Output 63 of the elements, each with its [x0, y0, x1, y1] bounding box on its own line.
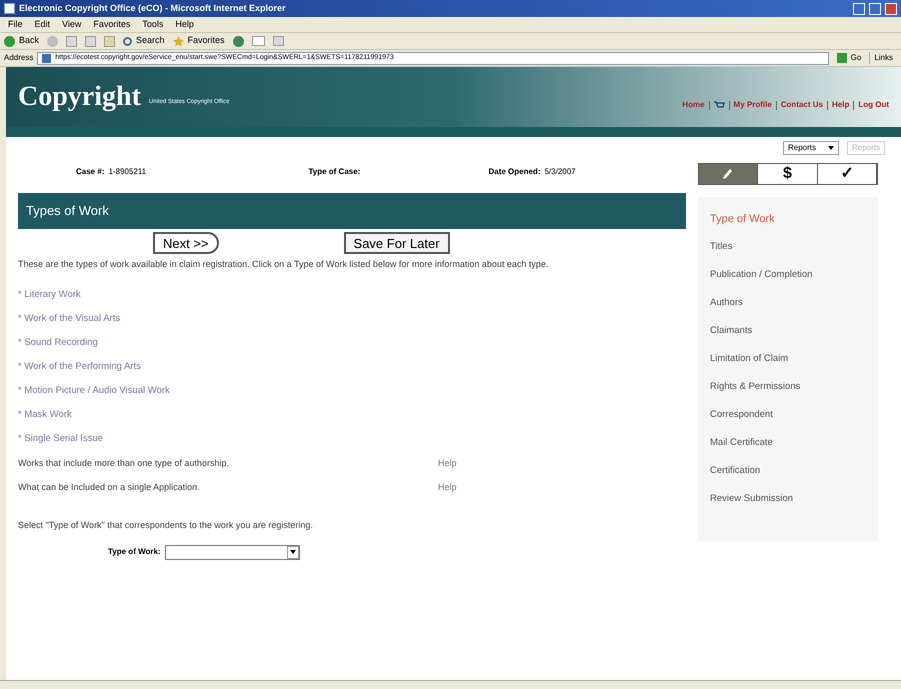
dropdown-button[interactable]: [286, 546, 299, 558]
cart-icon[interactable]: [714, 100, 725, 110]
go-button[interactable]: Go: [832, 52, 866, 64]
date-opened-value: 5/3/2007: [544, 166, 576, 178]
menu-item[interactable]: Edit: [34, 18, 50, 32]
nav-link[interactable]: My Profile: [734, 99, 772, 111]
dropdown-arrow-icon: [828, 146, 834, 150]
window-title: Electronic Copyright Office (eCO) - Microsoft Internet Explorer: [19, 2, 286, 15]
help-link[interactable]: Help: [438, 455, 457, 471]
close-button[interactable]: [885, 2, 897, 14]
step-tab[interactable]: [699, 164, 758, 184]
work-type-link[interactable]: * Mask Work: [18, 407, 686, 423]
menu-item[interactable]: Tools: [142, 18, 164, 32]
step-item[interactable]: Review Submission: [710, 489, 866, 509]
step-tab[interactable]: ✓: [818, 164, 877, 184]
save-for-later-button[interactable]: Save For Later: [344, 232, 450, 254]
section-title: Types of Work: [26, 202, 109, 220]
search-button[interactable]: Search: [123, 34, 165, 48]
star-icon: [172, 36, 184, 46]
step-item[interactable]: Certification: [710, 461, 866, 481]
date-opened-label: Date Opened:: [488, 166, 540, 178]
work-type-link[interactable]: * Motion Picture / Audio Visual Work: [18, 383, 686, 399]
pencil-icon: [723, 168, 734, 180]
nav-link[interactable]: Contact Us: [780, 99, 823, 111]
reports-select[interactable]: Reports: [782, 141, 839, 155]
address-label: Address: [4, 52, 34, 64]
work-type-link[interactable]: * Single Serial Issue: [18, 431, 686, 447]
back-button[interactable]: Back: [4, 34, 40, 48]
step-item[interactable]: Authors: [710, 293, 866, 313]
work-type-link[interactable]: * Work of the Performing Arts: [18, 359, 686, 375]
menu-item[interactable]: File: [8, 18, 23, 32]
work-type-link[interactable]: * Literary Work: [18, 287, 686, 303]
help-link[interactable]: Help: [438, 479, 457, 495]
nav-link[interactable]: Log Out: [858, 99, 889, 111]
step-item[interactable]: Correspondent: [710, 405, 866, 425]
case-label: Case #:: [76, 166, 104, 178]
menu-item[interactable]: View: [62, 18, 82, 32]
step-item[interactable]: Mail Certificate: [710, 433, 866, 453]
step-item[interactable]: Publication / Completion: [710, 265, 866, 285]
step-item[interactable]: Limitation of Claim: [710, 349, 866, 369]
maximize-button[interactable]: [869, 2, 881, 14]
minimize-button[interactable]: [853, 2, 865, 14]
site-logo: Copyright: [18, 83, 141, 111]
step-item[interactable]: Rights & Permissions: [710, 377, 866, 397]
step-item[interactable]: Titles: [710, 237, 866, 257]
type-of-work-label: Type of Work:: [108, 546, 161, 558]
next-button[interactable]: Next >>: [153, 232, 219, 254]
links-button[interactable]: Links: [869, 52, 897, 64]
case-number: 1-8905211: [108, 166, 148, 178]
step-item[interactable]: Claimants: [710, 321, 866, 341]
menu-item[interactable]: Favorites: [93, 18, 130, 32]
intro-text: These are the types of work available in claim registration. Click on a Type of Work listed below for more information about each type.: [18, 258, 550, 271]
info-text: What can be Included on a single Application.: [18, 481, 201, 494]
menu-item[interactable]: Help: [175, 18, 194, 32]
nav-link[interactable]: Help: [832, 99, 850, 111]
type-of-work-select[interactable]: [164, 544, 300, 560]
work-type-link[interactable]: * Sound Recording: [18, 335, 686, 351]
case-type-label: Type of Case:: [308, 166, 362, 178]
favorites-button[interactable]: Favorites: [172, 34, 225, 48]
dropdown-arrow-icon: [290, 550, 296, 554]
work-type-link[interactable]: * Work of the Visual Arts: [18, 311, 686, 327]
info-text: Works that include more than one type of authorship.: [18, 457, 230, 470]
prompt-text: Select "Type of Work" that correspondents to the work you are registering.: [18, 519, 314, 532]
